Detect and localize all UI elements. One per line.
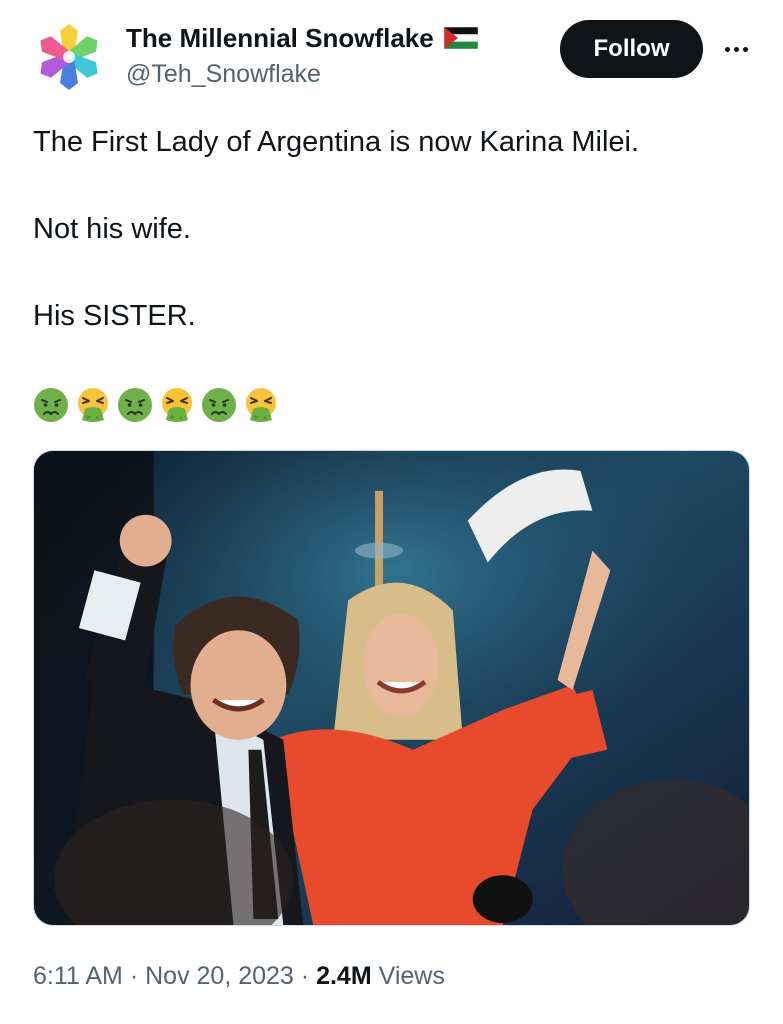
author-display-name[interactable]: The Millennial Snowflake [126,22,434,54]
tweet-meta: 6:11 AM · Nov 20, 2023 · 2.4M Views [33,958,445,994]
face-vomiting-icon [246,388,276,422]
more-dot [724,46,730,52]
avatar[interactable] [34,22,104,92]
rainbow-snowflake-icon [40,24,98,90]
more-dot [742,46,748,52]
photo-illustration [34,451,749,925]
tweet-text-line: His SISTER. [33,300,196,332]
palestine-flag-icon [443,27,478,49]
views-label: Views [378,962,445,990]
tweet-photo[interactable] [33,450,750,926]
tweet-time[interactable]: 6:11 AM [33,962,123,990]
more-dot [733,46,739,52]
author-name-row[interactable]: The Millennial Snowflake [126,22,478,54]
tweet-text-line: The First Lady of Argentina is now Karin… [33,126,640,158]
meta-separator: · [300,962,310,990]
nauseated-face-icon [118,388,152,422]
meta-separator: · [129,962,139,990]
author-handle[interactable]: @Teh_Snowflake [126,58,321,90]
views-count: 2.4M [316,962,372,990]
nauseated-face-icon [34,388,68,422]
face-vomiting-icon [78,388,108,422]
tweet-date[interactable]: Nov 20, 2023 [145,962,294,990]
follow-button[interactable]: Follow [560,20,703,78]
nauseated-face-icon [202,388,236,422]
tweet-text-line: Not his wife. [33,213,191,245]
face-vomiting-icon [162,388,192,422]
more-dots-icon[interactable] [716,34,756,64]
emoji-row [33,387,279,423]
